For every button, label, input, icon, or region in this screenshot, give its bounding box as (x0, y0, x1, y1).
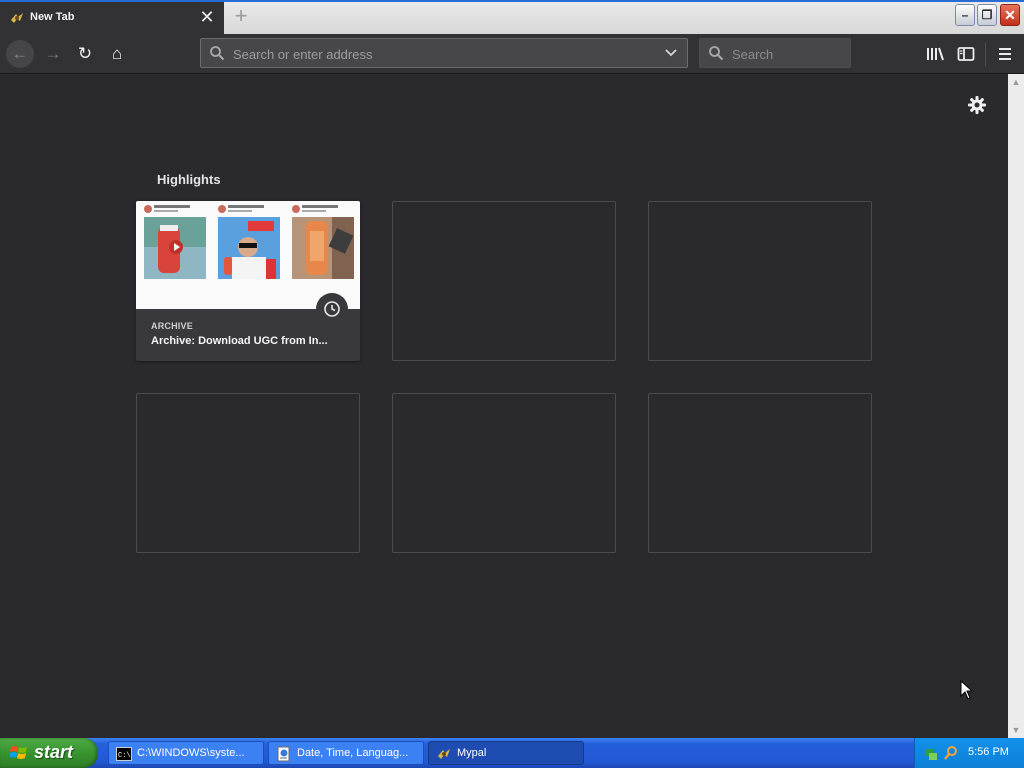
highlights-heading: Highlights (157, 172, 221, 187)
empty-card-placeholder (648, 201, 872, 361)
thumbnail-post (210, 201, 280, 309)
scroll-down-icon[interactable]: ▼ (1008, 722, 1024, 738)
close-tab-icon[interactable]: ✕ (197, 7, 217, 27)
card-source-label: ARCHIVE (151, 321, 193, 331)
back-button[interactable]: ← (6, 40, 34, 68)
minimize-icon: – (961, 8, 969, 22)
tray-search-icon[interactable] (943, 745, 959, 761)
empty-card-placeholder (392, 201, 616, 361)
close-window-button[interactable]: ✕ (1000, 4, 1020, 26)
restore-icon: ❐ (981, 8, 993, 22)
new-tab-page: Highlights ARCHIVE Archive: Download UGC… (0, 74, 1008, 738)
taskbar-item-date-time[interactable]: Date, Time, Languag... (268, 741, 424, 765)
taskbar: start C:\ C:\WINDOWS\syste... Date, Time… (0, 738, 1024, 768)
empty-card-placeholder (648, 393, 872, 553)
tray-network-icon[interactable] (923, 745, 939, 761)
search-icon (709, 46, 724, 61)
taskbar-item-label: Date, Time, Languag... (297, 747, 409, 759)
tab-strip: New Tab ✕ + – ❐ ✕ (0, 0, 1024, 34)
minimize-button[interactable]: – (955, 4, 975, 26)
taskbar-item-cmd[interactable]: C:\ C:\WINDOWS\syste... (108, 741, 264, 765)
clock-icon (316, 293, 348, 325)
mypal-logo-icon (438, 749, 450, 759)
search-placeholder: Search (732, 47, 774, 62)
highlight-card[interactable]: ARCHIVE Archive: Download UGC from In... (136, 201, 360, 361)
new-tab-button[interactable]: + (229, 4, 253, 28)
close-icon: ✕ (1004, 7, 1016, 23)
scroll-up-icon[interactable]: ▲ (1008, 74, 1024, 90)
card-title: Archive: Download UGC from In... (151, 335, 328, 347)
mouse-cursor-icon (960, 680, 972, 700)
search-bar[interactable]: Search (699, 38, 851, 68)
home-button[interactable]: ⌂ (103, 40, 131, 68)
search-icon (210, 46, 225, 61)
empty-card-placeholder (136, 393, 360, 553)
library-icon[interactable] (925, 44, 945, 64)
windows-logo-icon (10, 746, 27, 759)
forward-button[interactable]: → (39, 40, 67, 68)
navigation-toolbar: ← → ↻ ⌂ Search or enter address Search (0, 34, 1024, 74)
vertical-scrollbar[interactable]: ▲ ▼ (1008, 74, 1024, 738)
tab-new-tab[interactable]: New Tab ✕ (0, 2, 224, 34)
svg-text:C:\: C:\ (118, 752, 131, 760)
system-clock: 5:56 PM (968, 746, 1009, 758)
mypal-logo-icon (11, 13, 23, 23)
restore-button[interactable]: ❐ (977, 4, 997, 26)
dropdown-chevron-icon[interactable] (663, 44, 679, 62)
thumbnail-post (136, 201, 206, 309)
start-button[interactable]: start (0, 738, 98, 768)
address-bar[interactable]: Search or enter address (200, 38, 688, 68)
tab-title: New Tab (30, 11, 75, 23)
command-prompt-icon: C:\ (116, 747, 132, 761)
thumbnail-post (284, 201, 354, 309)
gear-icon[interactable] (966, 94, 988, 116)
system-tray: 5:56 PM (914, 738, 1024, 768)
address-placeholder: Search or enter address (233, 47, 373, 62)
start-label: start (34, 742, 74, 762)
empty-card-placeholder (392, 393, 616, 553)
taskbar-item-mypal[interactable]: Mypal (428, 741, 584, 765)
taskbar-item-label: C:\WINDOWS\syste... (137, 747, 245, 759)
menu-icon[interactable] (995, 44, 1015, 64)
taskbar-item-label: Mypal (457, 747, 487, 759)
control-panel-icon (277, 746, 290, 762)
toolbar-separator (985, 42, 986, 66)
reload-button[interactable]: ↻ (71, 40, 99, 68)
sidebar-icon[interactable] (956, 44, 976, 64)
